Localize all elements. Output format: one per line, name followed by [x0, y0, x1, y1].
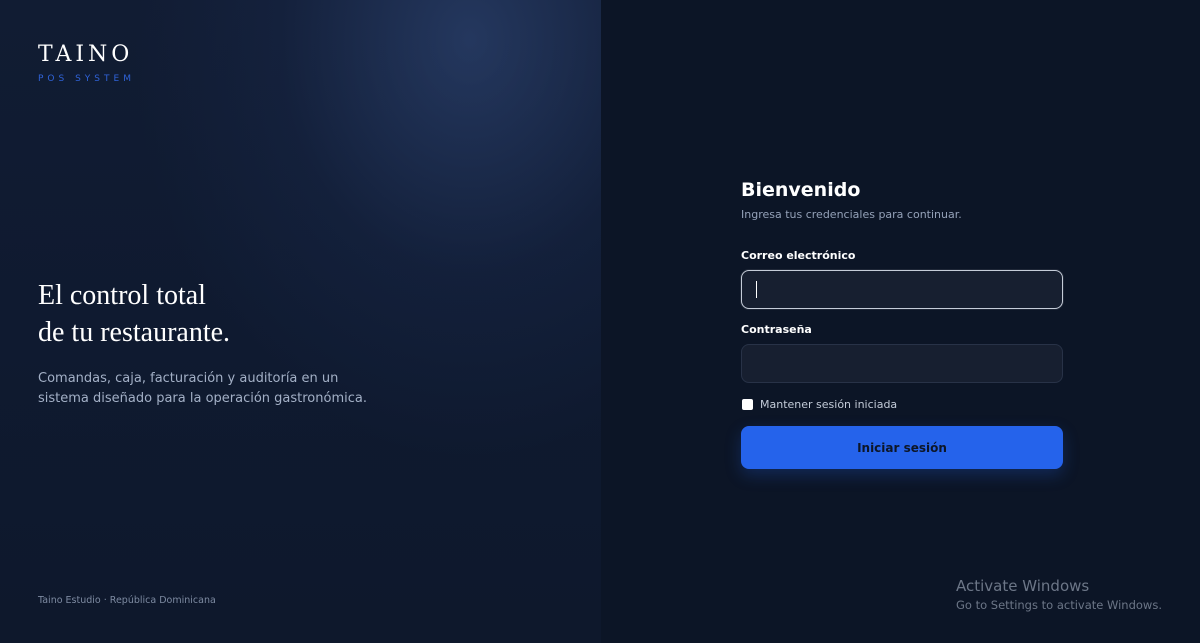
email-field[interactable] [741, 270, 1063, 309]
brand-panel: TAINO POS SYSTEM El control total de tu … [0, 0, 601, 643]
brand-name: TAINO [38, 42, 134, 67]
password-field[interactable] [741, 344, 1063, 383]
login-page: TAINO POS SYSTEM El control total de tu … [0, 0, 1200, 643]
password-label: Contraseña [741, 323, 812, 336]
remember-me[interactable]: Mantener sesión iniciada [741, 398, 1063, 411]
activate-windows-watermark: Activate Windows Go to Settings to activ… [956, 577, 1162, 612]
login-title: Bienvenido [741, 179, 861, 201]
login-subtitle: Ingresa tus credenciales para continuar. [741, 208, 962, 221]
login-button[interactable]: Iniciar sesión [741, 426, 1063, 469]
hero: El control total de tu restaurante. Coma… [38, 277, 398, 409]
activate-windows-subtitle: Go to Settings to activate Windows. [956, 598, 1162, 612]
remember-label: Mantener sesión iniciada [760, 398, 898, 411]
brand-logo: TAINO POS SYSTEM [38, 42, 135, 84]
hero-description: Comandas, caja, facturación y auditoría … [38, 371, 367, 406]
footer-note: Taino Estudio · República Dominicana [38, 595, 216, 606]
remember-checkbox[interactable] [742, 399, 753, 410]
activate-windows-title: Activate Windows [956, 577, 1090, 595]
hero-headline-line1: El control total [38, 280, 206, 311]
email-label: Correo electrónico [741, 249, 856, 262]
hero-headline-line2: de tu restaurante. [38, 317, 231, 348]
text-caret [756, 281, 757, 298]
brand-tagline: POS SYSTEM [38, 74, 135, 84]
login-panel: Bienvenido Ingresa tus credenciales para… [601, 0, 1200, 643]
email-field-wrapper [741, 270, 1063, 309]
login-form: Bienvenido Ingresa tus credenciales para… [741, 178, 1063, 469]
